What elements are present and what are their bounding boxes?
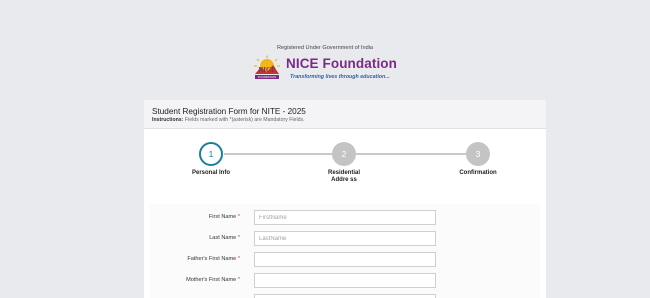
registration-note: Registered Under Government of India (276, 45, 374, 51)
mother-first-name-label: Mother's First Name * (150, 277, 240, 283)
instructions-label: Instructions: (152, 117, 184, 123)
svg-text:NICE: NICE (258, 66, 276, 74)
form-title: Student Registration Form for NITE - 202… (152, 107, 306, 116)
field-label-text: Mother's First Name (186, 277, 237, 283)
father-first-name-row: Father's First Name * (150, 252, 540, 268)
field-label-text: Last Name (209, 235, 237, 241)
required-marker: * (237, 214, 240, 220)
progress-stepper: 1 Personal Info 2 Residential Addre ss 3… (144, 130, 546, 190)
father-first-name-input[interactable] (254, 252, 436, 267)
personal-info-form: First Name * Last Name * Father's First … (150, 204, 540, 298)
step-connector (224, 153, 344, 155)
next-field-row (150, 294, 540, 298)
registration-card: Student Registration Form for NITE - 202… (144, 100, 546, 298)
instructions-text: Fields marked with *(asterisk) are Manda… (184, 117, 305, 123)
site-header: Registered Under Government of India NIC… (0, 0, 650, 98)
step-connector (356, 153, 476, 155)
mother-first-name-row: Mother's First Name * (150, 273, 540, 289)
step-label: Confirmation (459, 170, 497, 176)
logo-emblem-icon: NICE FOUNDATION (254, 55, 280, 79)
nice-foundation-logo[interactable]: NICE FOUNDATION NICE Foundation Transfor… (252, 55, 402, 83)
last-name-input[interactable] (254, 231, 436, 246)
next-field-input[interactable] (254, 294, 436, 298)
step-label: Residential Addre ss (327, 170, 360, 183)
field-label-text: First Name (208, 214, 237, 220)
step-number: 3 (466, 142, 490, 166)
step-number: 2 (332, 142, 356, 166)
step-number: 1 (199, 142, 223, 166)
father-first-name-label: Father's First Name * (150, 256, 240, 262)
org-name: NICE Foundation (286, 56, 397, 71)
last-name-row: Last Name * (150, 231, 540, 247)
required-marker: * (237, 256, 240, 262)
field-label-text: Father's First Name (187, 256, 237, 262)
mother-first-name-input[interactable] (254, 273, 436, 288)
first-name-input[interactable] (254, 210, 436, 225)
required-marker: * (237, 277, 240, 283)
first-name-row: First Name * (150, 210, 540, 226)
required-marker: * (237, 235, 240, 241)
first-name-label: First Name * (150, 214, 240, 220)
svg-text:FOUNDATION: FOUNDATION (258, 75, 276, 79)
step-label: Personal Info (191, 170, 230, 176)
form-instructions: Instructions: Fields marked with *(aster… (152, 117, 305, 123)
card-header: Student Registration Form for NITE - 202… (144, 100, 546, 129)
org-tagline: Transforming lives through education... (290, 73, 390, 80)
last-name-label: Last Name * (150, 235, 240, 241)
